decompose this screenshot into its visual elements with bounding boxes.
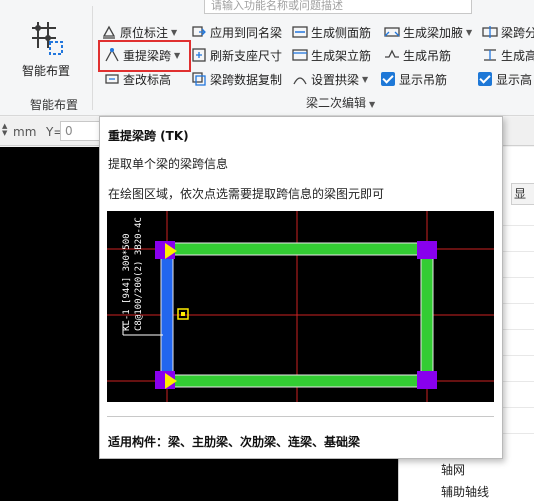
gen-stirrup-button[interactable]: 生成架立筋 [292, 45, 371, 65]
annotation-icon [102, 25, 116, 39]
support-column [417, 371, 437, 389]
show-height-checkbox[interactable]: 显示高 [478, 69, 532, 89]
original-annotation-label: 原位标注 [120, 25, 169, 40]
height-icon [484, 49, 496, 61]
tree-item-axis[interactable]: 轴网 [441, 461, 465, 478]
ribbon: 请输入功能名称或问题描述 智能布置 智能布置 原位标注 ▼ 应用到同名梁 生成侧面… [0, 0, 534, 116]
apply-same-name-button[interactable]: 应用到同名梁 [191, 22, 282, 42]
smart-layout-group-label: 智能布置 [30, 98, 79, 112]
edit-elevation-button[interactable]: 查改标高 [104, 69, 171, 89]
beam-selected [160, 250, 174, 380]
apply-same-name-label: 应用到同名梁 [210, 25, 283, 40]
beam-top [168, 242, 426, 256]
checkbox-checked-icon [381, 72, 395, 86]
beam-span-split-button[interactable]: 梁跨分 [482, 22, 534, 42]
search-input[interactable]: 请输入功能名称或问题描述 [204, 0, 472, 14]
show-height-label: 显示高 [496, 72, 533, 87]
beam-edit-group-text: 梁二次编辑 [306, 96, 367, 110]
gen-height-label: 生成高 [501, 48, 534, 63]
gen-hanger-button[interactable]: 生成吊筋 [384, 45, 451, 65]
chevron-down-icon: ▼ [171, 27, 178, 37]
gen-stirrup-label: 生成架立筋 [311, 48, 372, 63]
tooltip-popup: 重提梁跨 (TK) 提取单个梁的梁跨信息 在绘图区域，依次点选需要提取跨信息的梁… [99, 116, 503, 459]
tooltip-description: 提取单个梁的梁跨信息 [108, 157, 229, 171]
pick-point-center [181, 312, 185, 316]
highlight-box [98, 40, 191, 72]
set-arch-beam-button[interactable]: 设置拱梁 ▼ [292, 69, 368, 89]
chevron-down-icon: ▼ [362, 74, 369, 84]
gen-haunch-label: 生成梁加腋 [403, 25, 464, 40]
tooltip-instruction: 在绘图区域，依次点选需要提取跨信息的梁图元即可 [108, 187, 385, 201]
gen-haunch-button[interactable]: 生成梁加腋 ▼ [384, 22, 472, 42]
original-annotation-button[interactable]: 原位标注 ▼ [101, 22, 177, 42]
beam-bottom [168, 374, 426, 388]
smart-layout-label: 智能布置 [21, 64, 70, 78]
beam-diagram: KL-1 [944] 300*500 C8@100/200(2) 3B20-4C [107, 211, 494, 402]
set-arch-beam-label: 设置拱梁 [311, 72, 360, 87]
spin-arrows-icon[interactable]: ▲ ▼ [2, 123, 7, 137]
beam-annotation: C8@100/200(2) 3B20-4C [134, 217, 144, 331]
beam-edit-group-label[interactable]: 梁二次编辑 ▼ [306, 94, 375, 111]
support-column [417, 241, 437, 259]
tree-item-aux-axis[interactable]: 辅助轴线 [441, 483, 489, 500]
gen-height-button[interactable]: 生成高 [482, 45, 534, 65]
smart-layout-button[interactable]: 智能布置 [12, 14, 80, 78]
refresh-support-label: 刷新支座尺寸 [210, 48, 283, 63]
unit-label: mm [13, 125, 37, 139]
side-rebar-icon [292, 26, 308, 38]
tooltip-divider [107, 416, 494, 417]
copy-span-data-label: 梁跨数据复制 [210, 72, 283, 87]
haunch-icon [384, 27, 400, 37]
beam-right [420, 250, 434, 380]
tooltip-illustration: KL-1 [944] 300*500 C8@100/200(2) 3B20-4C [107, 211, 494, 402]
gen-hanger-label: 生成吊筋 [403, 48, 452, 63]
elevation-icon [105, 74, 119, 84]
copy-icon [192, 72, 206, 86]
copy-span-data-button[interactable]: 梁跨数据复制 [191, 69, 282, 89]
refresh-icon [192, 48, 206, 62]
show-hanger-checkbox[interactable]: 显示吊筋 [381, 69, 447, 89]
gen-side-rebar-button[interactable]: 生成侧面筋 [292, 22, 371, 42]
show-hanger-label: 显示吊筋 [399, 72, 448, 87]
span-split-icon [482, 26, 498, 38]
beam-annotation: KL-1 [944] 300*500 [122, 233, 132, 331]
checkbox-checked-icon [478, 72, 492, 86]
refresh-support-button[interactable]: 刷新支座尺寸 [191, 45, 282, 65]
display-tab[interactable]: 显示 [511, 183, 534, 205]
gen-side-rebar-label: 生成侧面筋 [311, 25, 372, 40]
arch-icon [293, 77, 307, 85]
tooltip-title: 重提梁跨 (TK) [108, 129, 189, 143]
y-input[interactable]: 0 [60, 121, 100, 141]
chevron-down-icon: ▼ [369, 100, 376, 109]
hanger-icon [385, 49, 399, 58]
ribbon-separator [92, 6, 93, 110]
beam-span-split-label: 梁跨分 [501, 25, 534, 40]
smart-layout-icon [32, 22, 63, 55]
edit-elevation-label: 查改标高 [123, 72, 172, 87]
stirrup-icon [292, 49, 308, 61]
apply-icon [192, 26, 206, 37]
chevron-down-icon: ▼ [466, 27, 473, 37]
tooltip-footer: 适用构件：梁、主肋梁、次肋梁、连梁、基础梁 [108, 435, 361, 449]
